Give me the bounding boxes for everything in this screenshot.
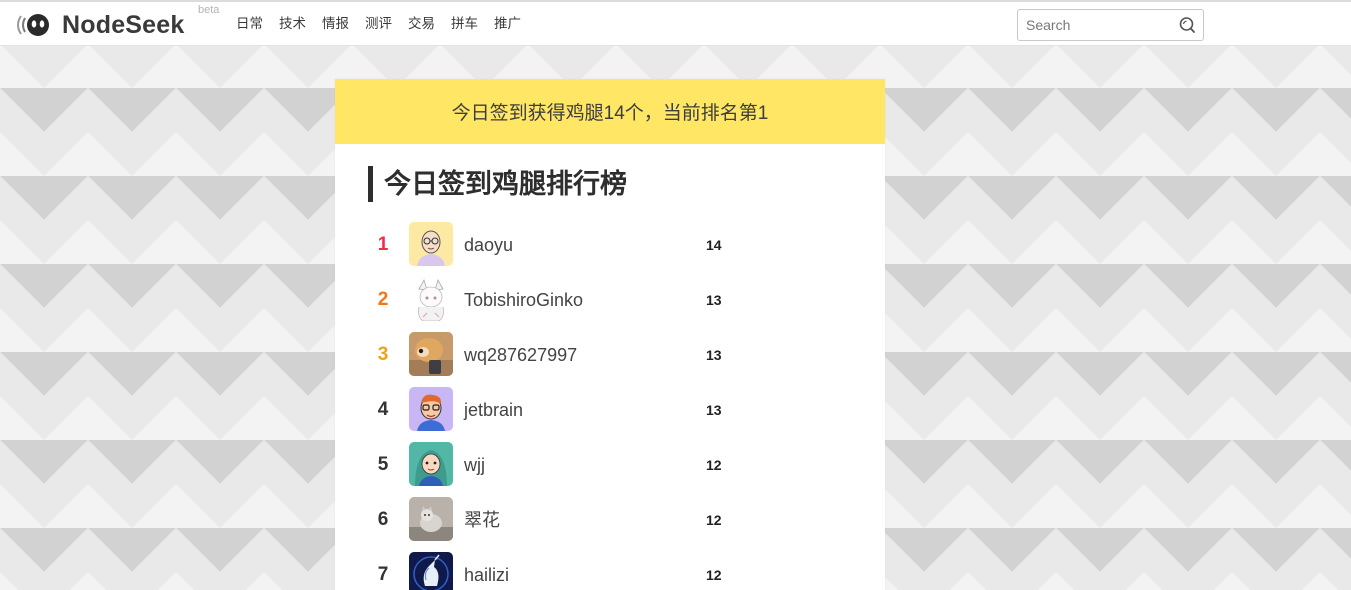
avatar-image (409, 222, 453, 266)
score-value: 13 (706, 402, 722, 418)
nav-trade[interactable]: 交易 (408, 14, 435, 34)
username-link[interactable]: jetbrain (464, 397, 523, 423)
brand-name[interactable]: NodeSeek (62, 11, 185, 39)
beta-badge: beta (198, 4, 220, 16)
username-link[interactable]: daoyu (464, 232, 513, 258)
score-value: 13 (706, 292, 722, 308)
avatar-image (409, 442, 453, 486)
nav-review[interactable]: 测评 (365, 14, 392, 34)
nodeseek-logo-icon (17, 14, 49, 36)
search-input[interactable] (1018, 10, 1168, 40)
score-value: 12 (706, 457, 722, 473)
search-icon[interactable] (1178, 16, 1196, 34)
score-value: 12 (706, 567, 722, 583)
nav-promo[interactable]: 推广 (494, 14, 521, 34)
nav-carpool[interactable]: 拼车 (451, 14, 478, 34)
score-value: 12 (706, 512, 722, 528)
checkin-banner: 今日签到获得鸡腿14个，当前排名第1 (335, 79, 885, 144)
avatar-image (409, 277, 453, 321)
leaderboard-row: 1 daoyu 14 (335, 222, 885, 277)
avatar-jetbrain[interactable] (409, 387, 453, 431)
score-value: 14 (706, 237, 722, 253)
rank-number: 3 (377, 344, 389, 365)
main-nav: 日常 技术 情报 测评 交易 拼车 推广 (236, 14, 537, 34)
avatar-daoyu[interactable] (409, 222, 453, 266)
search-box (1017, 9, 1204, 41)
leaderboard-title: 今日签到鸡腿排行榜 (368, 166, 627, 202)
site-logo[interactable]: NodeSeek beta (14, 4, 219, 40)
rank-number: 4 (377, 399, 389, 420)
nav-tech[interactable]: 技术 (279, 14, 306, 34)
leaderboard-row: 7 hailizi 12 (335, 552, 885, 590)
username-link[interactable]: hailizi (464, 562, 509, 588)
username-link[interactable]: wjj (464, 452, 485, 478)
avatar-image (409, 332, 453, 376)
avatar-image (409, 552, 453, 590)
nav-info[interactable]: 情报 (322, 14, 349, 34)
rank-number: 6 (377, 509, 389, 530)
leaderboard-row: 2 TobishiroGinko 13 (335, 277, 885, 332)
leaderboard-row: 4 jetbrain 13 (335, 387, 885, 442)
checkin-card: 今日签到获得鸡腿14个，当前排名第1 今日签到鸡腿排行榜 1 daoyu 14 … (335, 79, 885, 590)
avatar-tobishiroginko[interactable] (409, 277, 453, 321)
rank-number: 2 (377, 289, 389, 310)
username-link[interactable]: wq287627997 (464, 342, 577, 368)
site-header: NodeSeek beta 日常 技术 情报 测评 交易 拼车 推广 (0, 2, 1351, 46)
rank-number: 1 (377, 234, 389, 255)
score-value: 13 (706, 347, 722, 363)
avatar-wjj[interactable] (409, 442, 453, 486)
nav-daily[interactable]: 日常 (236, 14, 263, 34)
leaderboard-row: 6 翠花 12 (335, 497, 885, 552)
leaderboard-row: 3 wq287627997 13 (335, 332, 885, 387)
leaderboard-row: 5 wjj 12 (335, 442, 885, 497)
avatar-image (409, 387, 453, 431)
username-link[interactable]: TobishiroGinko (464, 287, 583, 313)
username-link[interactable]: 翠花 (464, 507, 500, 533)
avatar-image (409, 497, 453, 541)
rank-number: 7 (377, 564, 389, 585)
avatar-hailizi[interactable] (409, 552, 453, 590)
avatar-cuihua[interactable] (409, 497, 453, 541)
avatar-wq287627997[interactable] (409, 332, 453, 376)
leaderboard-list: 1 daoyu 14 2 TobishiroGinko 13 3 wq28762… (335, 222, 885, 590)
rank-number: 5 (377, 454, 389, 475)
